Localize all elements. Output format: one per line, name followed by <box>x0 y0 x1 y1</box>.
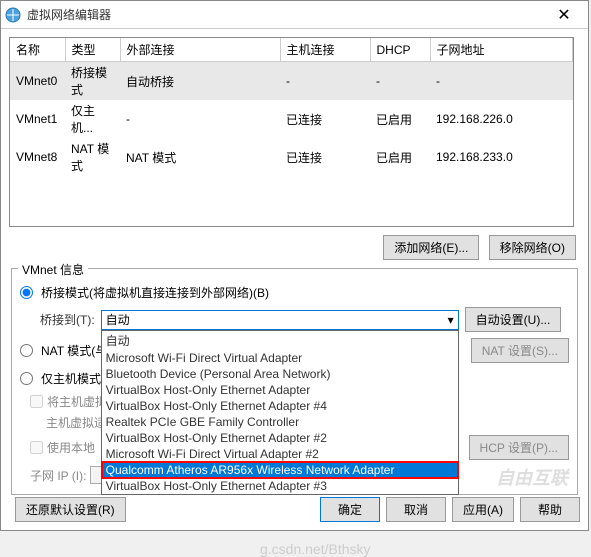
hostonly-mode-radio[interactable] <box>20 372 33 385</box>
chevron-down-icon: ▾ <box>448 313 454 327</box>
table-row[interactable]: VMnet1仅主机...-已连接已启用192.168.226.0 <box>10 100 573 138</box>
dropdown-item[interactable]: VirtualBox Host-Only Ethernet Adapter <box>102 382 458 398</box>
col-ext[interactable]: 外部连接 <box>120 38 280 62</box>
table-row[interactable]: VMnet0桥接模式自动桥接--- <box>10 62 573 101</box>
col-type[interactable]: 类型 <box>65 38 120 62</box>
restore-defaults-button[interactable]: 还原默认设置(R) <box>15 497 126 522</box>
ok-button[interactable]: 确定 <box>320 497 380 522</box>
dhcp-settings-button[interactable]: HCP 设置(P)... <box>469 435 569 460</box>
csdn-watermark: g.csdn.net/Bthsky <box>260 541 371 557</box>
col-dhcp[interactable]: DHCP <box>370 38 430 62</box>
col-subnet[interactable]: 子网地址 <box>430 38 573 62</box>
col-name[interactable]: 名称 <box>10 38 65 62</box>
help-button[interactable]: 帮助 <box>520 497 580 522</box>
apply-button[interactable]: 应用(A) <box>452 497 514 522</box>
subnet-ip-label: 子网 IP (I): <box>30 467 86 484</box>
bridge-to-label: 桥接到(T): <box>40 311 95 328</box>
use-local-label: 使用本地 <box>47 439 95 456</box>
host-adapter-label: 主机虚拟适 <box>46 414 106 431</box>
auto-settings-button[interactable]: 自动设置(U)... <box>465 307 562 332</box>
cancel-button[interactable]: 取消 <box>386 497 446 522</box>
nat-mode-radio[interactable] <box>20 344 33 357</box>
dropdown-item[interactable]: VirtualBox Host-Only Ethernet Adapter #2 <box>102 430 458 446</box>
hostonly-mode-label: 仅主机模式 <box>41 370 101 387</box>
dropdown-item[interactable]: Realtek PCIe GBE Family Controller <box>102 414 458 430</box>
dropdown-item[interactable]: VirtualBox Host-Only Ethernet Adapter #4 <box>102 398 458 414</box>
add-network-button[interactable]: 添加网络(E)... <box>383 235 479 260</box>
fieldset-legend: VMnet 信息 <box>18 261 88 278</box>
dropdown-selected-text: 自动 <box>106 311 130 328</box>
vmnet-info-group: VMnet 信息 桥接模式(将虚拟机直接连接到外部网络)(B) g.csdn.n… <box>11 268 578 495</box>
dropdown-list: 自动Microsoft Wi-Fi Direct Virtual Adapter… <box>101 330 459 495</box>
col-host[interactable]: 主机连接 <box>280 38 370 62</box>
nat-mode-label: NAT 模式(与 <box>41 342 107 359</box>
titlebar: 虚拟网络编辑器 ✕ <box>1 1 588 29</box>
bridge-mode-radio[interactable] <box>20 286 33 299</box>
use-local-checkbox <box>30 441 43 454</box>
network-table: 名称 类型 外部连接 主机连接 DHCP 子网地址 VMnet0桥接模式自动桥接… <box>9 37 574 227</box>
connect-host-checkbox <box>30 395 43 408</box>
bridge-mode-label: 桥接模式(将虚拟机直接连接到外部网络)(B) <box>41 284 269 301</box>
connect-host-label: 将主机虚拟 <box>47 393 107 410</box>
close-button[interactable]: ✕ <box>544 2 584 28</box>
dropdown-item[interactable]: VirtualBox Host-Only Ethernet Adapter #3 <box>102 478 458 494</box>
window-title: 虚拟网络编辑器 <box>27 6 544 23</box>
dropdown-item[interactable]: 自动 <box>102 331 458 350</box>
table-row[interactable]: VMnet8NAT 模式NAT 模式已连接已启用192.168.233.0 <box>10 138 573 176</box>
dropdown-item[interactable]: Microsoft Wi-Fi Direct Virtual Adapter <box>102 350 458 366</box>
dropdown-item[interactable]: Bluetooth Device (Personal Area Network) <box>102 366 458 382</box>
app-icon <box>5 7 21 23</box>
remove-network-button[interactable]: 移除网络(O) <box>489 235 576 260</box>
dropdown-item[interactable]: Microsoft Wi-Fi Direct Virtual Adapter #… <box>102 446 458 462</box>
dropdown-item[interactable]: Qualcomm Atheros AR956x Wireless Network… <box>102 462 458 478</box>
bridge-adapter-dropdown[interactable]: 自动 ▾ <box>101 310 459 330</box>
nat-settings-button[interactable]: NAT 设置(S)... <box>471 338 569 363</box>
